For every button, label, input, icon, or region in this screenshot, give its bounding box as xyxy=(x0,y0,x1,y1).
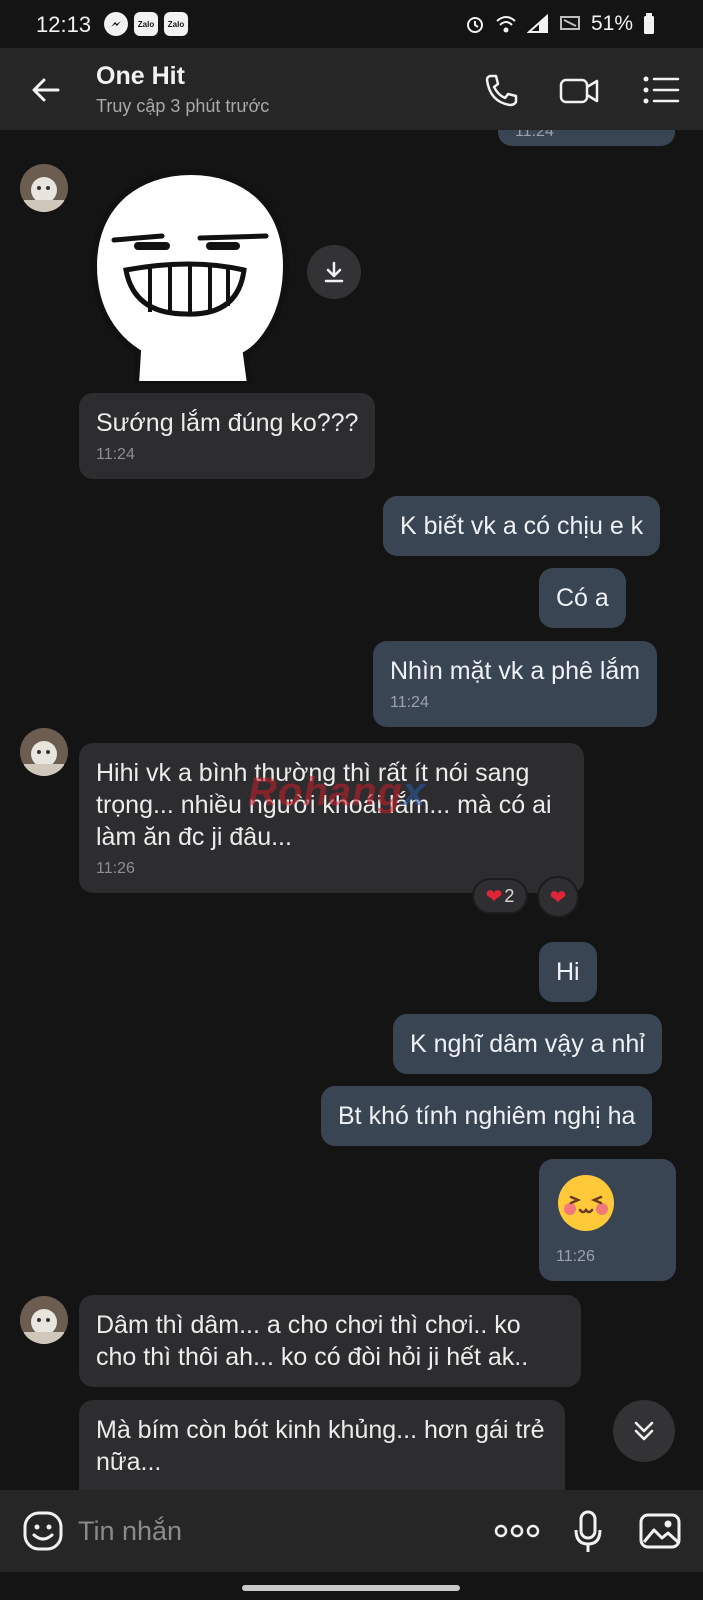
download-button[interactable] xyxy=(307,245,361,299)
chat-header: One Hit Truy cập 3 phút trước xyxy=(0,48,703,130)
message-text: Nhìn mặt vk a phê lắm xyxy=(390,657,641,685)
system-icons: 51% xyxy=(465,12,655,36)
notification-icons: Zalo Zalo xyxy=(104,12,188,36)
status-time: 12:13 xyxy=(36,12,92,37)
message-time: 11:26 xyxy=(556,1248,595,1265)
message-bubble-incoming[interactable]: Hihi vk a bình thường thì rất ít nói san… xyxy=(79,743,584,893)
video-call-icon[interactable] xyxy=(559,72,599,108)
zalo-icon: Zalo xyxy=(164,12,188,36)
message-bubble-outgoing[interactable]: Nhìn mặt vk a phê lắm 11:24 xyxy=(373,641,658,727)
message-text: Sướng lắm đúng ko??? xyxy=(96,409,359,437)
battery-level: 51% xyxy=(590,12,633,35)
home-indicator[interactable] xyxy=(242,1585,460,1591)
signal-icon xyxy=(526,14,548,33)
message-input[interactable] xyxy=(78,1510,458,1552)
contact-name[interactable]: One Hit xyxy=(96,62,185,91)
emoji-icon[interactable] xyxy=(22,1510,64,1552)
double-chevron-down-icon xyxy=(634,1421,654,1441)
signal-off-icon xyxy=(559,16,580,30)
message-bubble-outgoing[interactable]: Có a xyxy=(539,568,626,628)
contact-avatar[interactable] xyxy=(20,1296,68,1344)
message-text: K biết vk a có chịu e k xyxy=(400,512,644,540)
message-time: 11:24 xyxy=(96,446,135,463)
message-bubble-outgoing[interactable]: K biết vk a có chịu e k xyxy=(383,496,661,556)
download-icon xyxy=(324,261,344,283)
message-text: Hi xyxy=(556,958,580,986)
message-bubble-incoming[interactable]: Dâm thì dâm... a cho chơi thì chơi.. ko … xyxy=(79,1295,581,1387)
message-text: Có a xyxy=(556,584,609,612)
more-options-icon[interactable] xyxy=(494,1520,540,1542)
blushing-face-emoji[interactable] xyxy=(556,1173,616,1233)
watermark: Rohangx xyxy=(248,770,427,814)
gallery-icon[interactable] xyxy=(638,1510,682,1552)
message-bubble-outgoing[interactable]: 11:24 xyxy=(498,130,675,146)
message-text: Bt khó tính nghiêm nghị ha xyxy=(338,1102,636,1130)
grinning-face-sticker[interactable] xyxy=(86,166,296,384)
wifi-icon xyxy=(496,16,516,33)
heart-icon: ❤ xyxy=(549,886,567,909)
heart-icon: ❤ xyxy=(485,885,503,908)
message-time: 11:26 xyxy=(96,860,135,877)
message-list[interactable]: 11:24 Sướng lắm đúng ko??? 11:24 K biết … xyxy=(0,130,703,1490)
status-bar: 12:13 Zalo Zalo 51% xyxy=(0,0,703,48)
last-seen: Truy cập 3 phút trước xyxy=(96,96,270,116)
message-text: Mà bím còn bót kinh khủng... hơn gái trẻ… xyxy=(96,1416,545,1476)
menu-icon[interactable] xyxy=(642,72,682,108)
message-bubble-outgoing[interactable]: Bt khó tính nghiêm nghị ha xyxy=(321,1086,653,1146)
scroll-to-bottom-button[interactable] xyxy=(613,1400,675,1462)
message-text: Dâm thì dâm... a cho chơi thì chơi.. ko … xyxy=(96,1311,529,1371)
contact-avatar[interactable] xyxy=(20,164,68,212)
message-input-bar xyxy=(0,1490,703,1572)
add-reaction-button[interactable]: ❤ xyxy=(537,876,579,918)
back-arrow-icon[interactable] xyxy=(28,72,64,108)
battery-icon xyxy=(644,13,654,34)
message-bubble-outgoing[interactable]: Hi xyxy=(539,942,597,1002)
message-time: 11:24 xyxy=(390,694,429,711)
message-text: K nghĩ dâm vậy a nhỉ xyxy=(410,1030,645,1058)
reaction-count: 2 xyxy=(504,885,515,906)
phone-icon[interactable] xyxy=(480,72,520,108)
alarm-icon xyxy=(466,17,483,33)
zalo-icon: Zalo xyxy=(134,12,158,36)
reaction-summary[interactable]: ❤ 2 xyxy=(472,878,528,914)
message-bubble-outgoing[interactable]: K nghĩ dâm vậy a nhỉ xyxy=(393,1014,662,1074)
message-bubble-incoming[interactable]: Mà bím còn bót kinh khủng... hơn gái trẻ… xyxy=(79,1400,565,1490)
system-nav-bar xyxy=(0,1572,703,1600)
message-time: 11:24 xyxy=(515,130,554,140)
contact-avatar[interactable] xyxy=(20,728,68,776)
message-bubble-outgoing[interactable]: 11:26 xyxy=(539,1159,676,1281)
microphone-icon[interactable] xyxy=(573,1510,603,1554)
messenger-icon xyxy=(104,12,128,36)
message-bubble-incoming[interactable]: Sướng lắm đúng ko??? 11:24 xyxy=(79,393,376,479)
